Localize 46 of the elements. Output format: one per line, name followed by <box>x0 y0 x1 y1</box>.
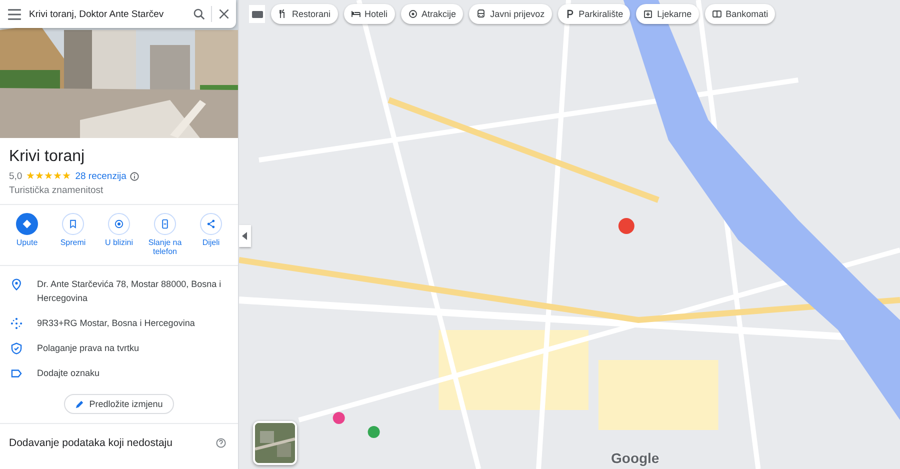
share-icon <box>205 218 217 230</box>
map-logo: Google <box>611 450 660 466</box>
pharmacy-icon <box>643 9 654 19</box>
category-chip[interactable]: Javni prijevoz <box>469 4 552 24</box>
info-text[interactable]: 9R33+RG Mostar, Bosna i Hercegovina <box>37 316 195 330</box>
category-chip[interactable]: Bankomati <box>704 4 776 24</box>
info-text[interactable]: Dodajte oznaku <box>37 366 100 380</box>
parking-icon <box>564 9 575 19</box>
reviews-link[interactable]: 28 recenzija <box>75 170 126 182</box>
action-button[interactable]: U blizini <box>97 213 141 259</box>
atm-icon <box>712 9 722 19</box>
place-title: Krivi toranj <box>9 148 86 166</box>
collapse-panel-button[interactable] <box>239 225 251 247</box>
shield-icon <box>10 342 23 355</box>
bed-icon <box>350 9 361 19</box>
layers-button[interactable] <box>253 421 297 465</box>
action-button[interactable]: Spremi <box>51 213 95 259</box>
nearby-icon <box>113 218 125 230</box>
keyboard-button[interactable] <box>249 5 265 23</box>
directions-icon <box>21 218 33 230</box>
category-chip[interactable]: Restorani <box>271 4 338 24</box>
star-rating: ★★★★★ <box>26 170 72 182</box>
suggest-edit-button[interactable]: Predložite izmjenu <box>64 394 174 414</box>
dots-icon <box>10 317 23 330</box>
pin-icon <box>10 278 23 291</box>
keyboard-icon <box>252 10 262 18</box>
phone-icon <box>159 218 171 230</box>
pencil-icon <box>75 400 84 408</box>
rating-value: 5,0 <box>9 170 22 182</box>
info-text[interactable]: Dr. Ante Starčevića 78, Mostar 88000, Bosna i Hercegovina <box>37 277 228 305</box>
caret-icon <box>242 232 248 240</box>
category-chip[interactable]: Hoteli <box>344 4 395 24</box>
info-text[interactable]: Polaganje prava na tvrtku <box>37 341 140 355</box>
category-chip[interactable]: Ljekarne <box>636 4 699 24</box>
category-chip[interactable]: Parkiralište <box>558 4 630 24</box>
info-icon[interactable] <box>130 172 140 180</box>
place-category: Turistička znamenitost <box>9 185 104 196</box>
section-title: Dodavanje podataka koji nedostaju <box>9 437 172 449</box>
help-icon[interactable] <box>216 438 226 448</box>
bus-icon <box>476 9 486 19</box>
action-button[interactable]: Slanje na telefon <box>143 213 187 259</box>
bookmark-icon <box>67 218 79 230</box>
action-button[interactable]: Upute <box>5 213 49 259</box>
action-button[interactable]: Dijeli <box>189 213 233 259</box>
category-chip[interactable]: Atrakcije <box>400 4 464 24</box>
tag-icon <box>10 367 23 380</box>
